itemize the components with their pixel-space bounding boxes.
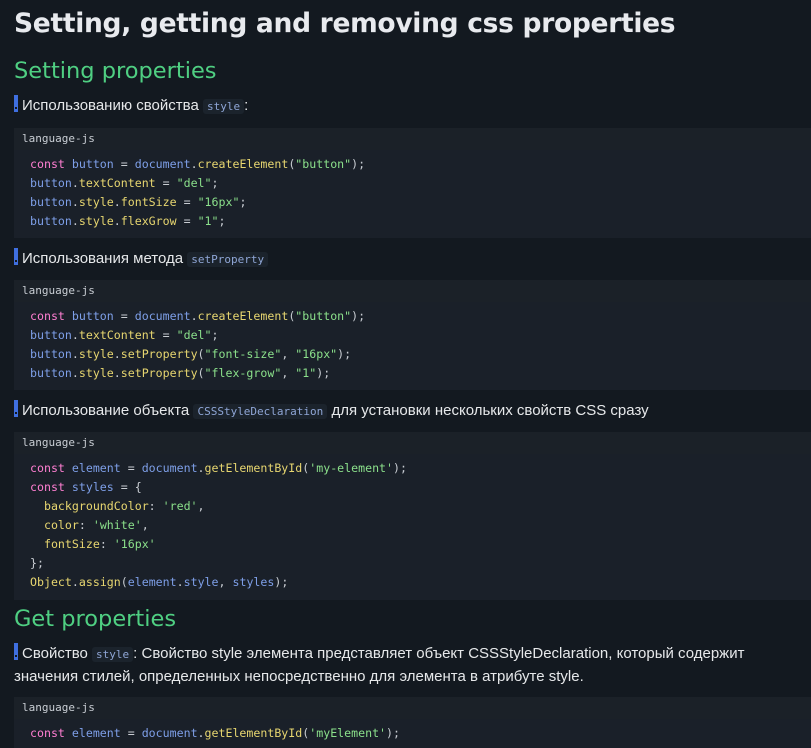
code-line: fontSize: '16px' bbox=[43, 537, 156, 551]
exclamation-icon bbox=[14, 95, 18, 112]
code-block[interactable]: const button = document.createElement("b… bbox=[14, 302, 811, 390]
note-page: Setting, getting and removing css proper… bbox=[0, 0, 811, 748]
note-text: Использованию свойства bbox=[22, 97, 199, 114]
code-language-label: language-js bbox=[14, 432, 811, 454]
code-line: const button = document.createElement("b… bbox=[30, 157, 366, 171]
inline-code: CSSStyleDeclaration bbox=[193, 404, 328, 419]
inline-code: setProperty bbox=[187, 252, 269, 267]
code-block[interactable]: const button = document.createElement("b… bbox=[14, 150, 811, 238]
code-line: const styles = { bbox=[30, 480, 142, 494]
code-line: Object.assign(element.style, styles); bbox=[30, 575, 289, 589]
note-tail: : bbox=[244, 97, 249, 114]
code-line: button.style.setProperty("font-size", "1… bbox=[30, 347, 352, 361]
note-cssstyledeclaration: Использование объекта CSSStyleDeclaratio… bbox=[14, 400, 799, 423]
code-language-label: language-js bbox=[14, 697, 811, 719]
note-style-description: Свойство style: Свойство style элемента … bbox=[14, 643, 799, 688]
section-heading-setting: Setting properties bbox=[14, 58, 217, 84]
note-setproperty: Использования метода setProperty bbox=[14, 248, 799, 271]
code-line: color: 'white', bbox=[43, 518, 149, 532]
note-text: Использования метода bbox=[22, 250, 184, 267]
exclamation-icon bbox=[14, 400, 18, 417]
code-line: button.textContent = "del"; bbox=[30, 328, 219, 342]
code-language-label: language-js bbox=[14, 280, 811, 302]
code-line: const button = document.createElement("b… bbox=[30, 309, 366, 323]
code-block[interactable]: const element = document.getElementById(… bbox=[14, 454, 811, 600]
code-line: button.style.setProperty("flex-grow", "1… bbox=[30, 366, 331, 380]
code-line: }; bbox=[30, 556, 44, 570]
note-tail: для установки нескольких свойств CSS сра… bbox=[331, 402, 649, 419]
note-text: Свойство bbox=[22, 645, 88, 662]
code-line: button.style.fontSize = "16px"; bbox=[30, 195, 247, 209]
note-text: Использование объекта bbox=[22, 402, 190, 419]
exclamation-icon bbox=[14, 643, 18, 660]
code-line: const element = document.getElementById(… bbox=[30, 726, 400, 740]
code-line: button.style.flexGrow = "1"; bbox=[30, 214, 226, 228]
code-line: button.textContent = "del"; bbox=[30, 176, 219, 190]
code-line: backgroundColor: 'red', bbox=[43, 499, 205, 513]
inline-code: style bbox=[92, 647, 134, 662]
section-heading-get: Get properties bbox=[14, 606, 177, 632]
code-line: const element = document.getElementById(… bbox=[30, 461, 407, 475]
inline-code: style bbox=[202, 99, 245, 114]
code-block[interactable]: const element = document.getElementById(… bbox=[14, 719, 811, 748]
note-style-property: Использованию свойства style: bbox=[14, 95, 799, 118]
exclamation-icon bbox=[14, 248, 18, 265]
page-title: Setting, getting and removing css proper… bbox=[14, 8, 676, 39]
code-language-label: language-js bbox=[14, 128, 811, 150]
